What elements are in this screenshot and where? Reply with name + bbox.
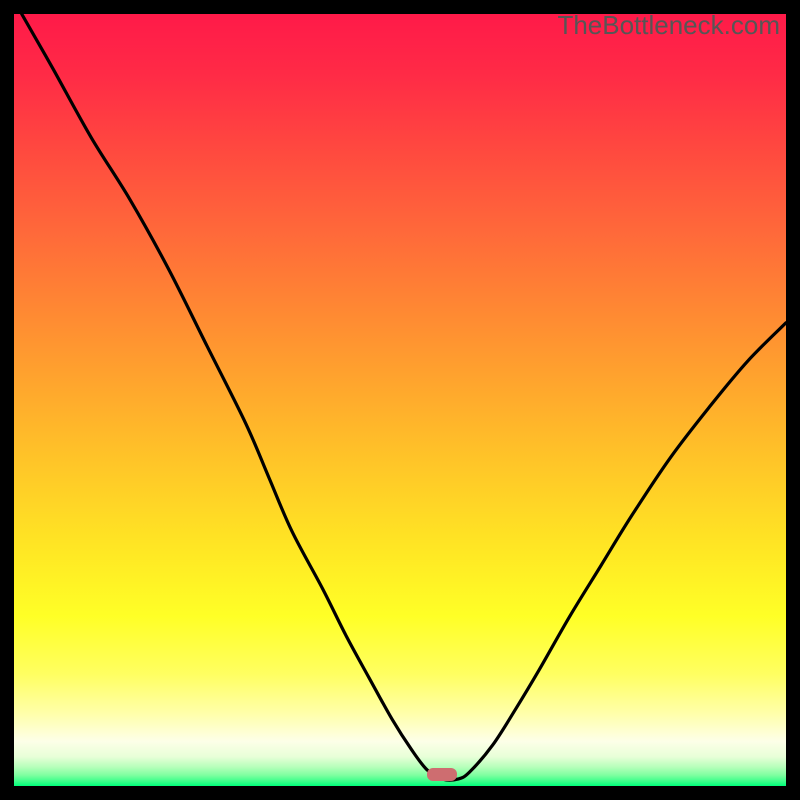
chart-frame: TheBottleneck.com [14,14,786,786]
bottleneck-curve [14,14,786,786]
optimal-marker [427,768,457,781]
watermark-text: TheBottleneck.com [557,10,780,41]
